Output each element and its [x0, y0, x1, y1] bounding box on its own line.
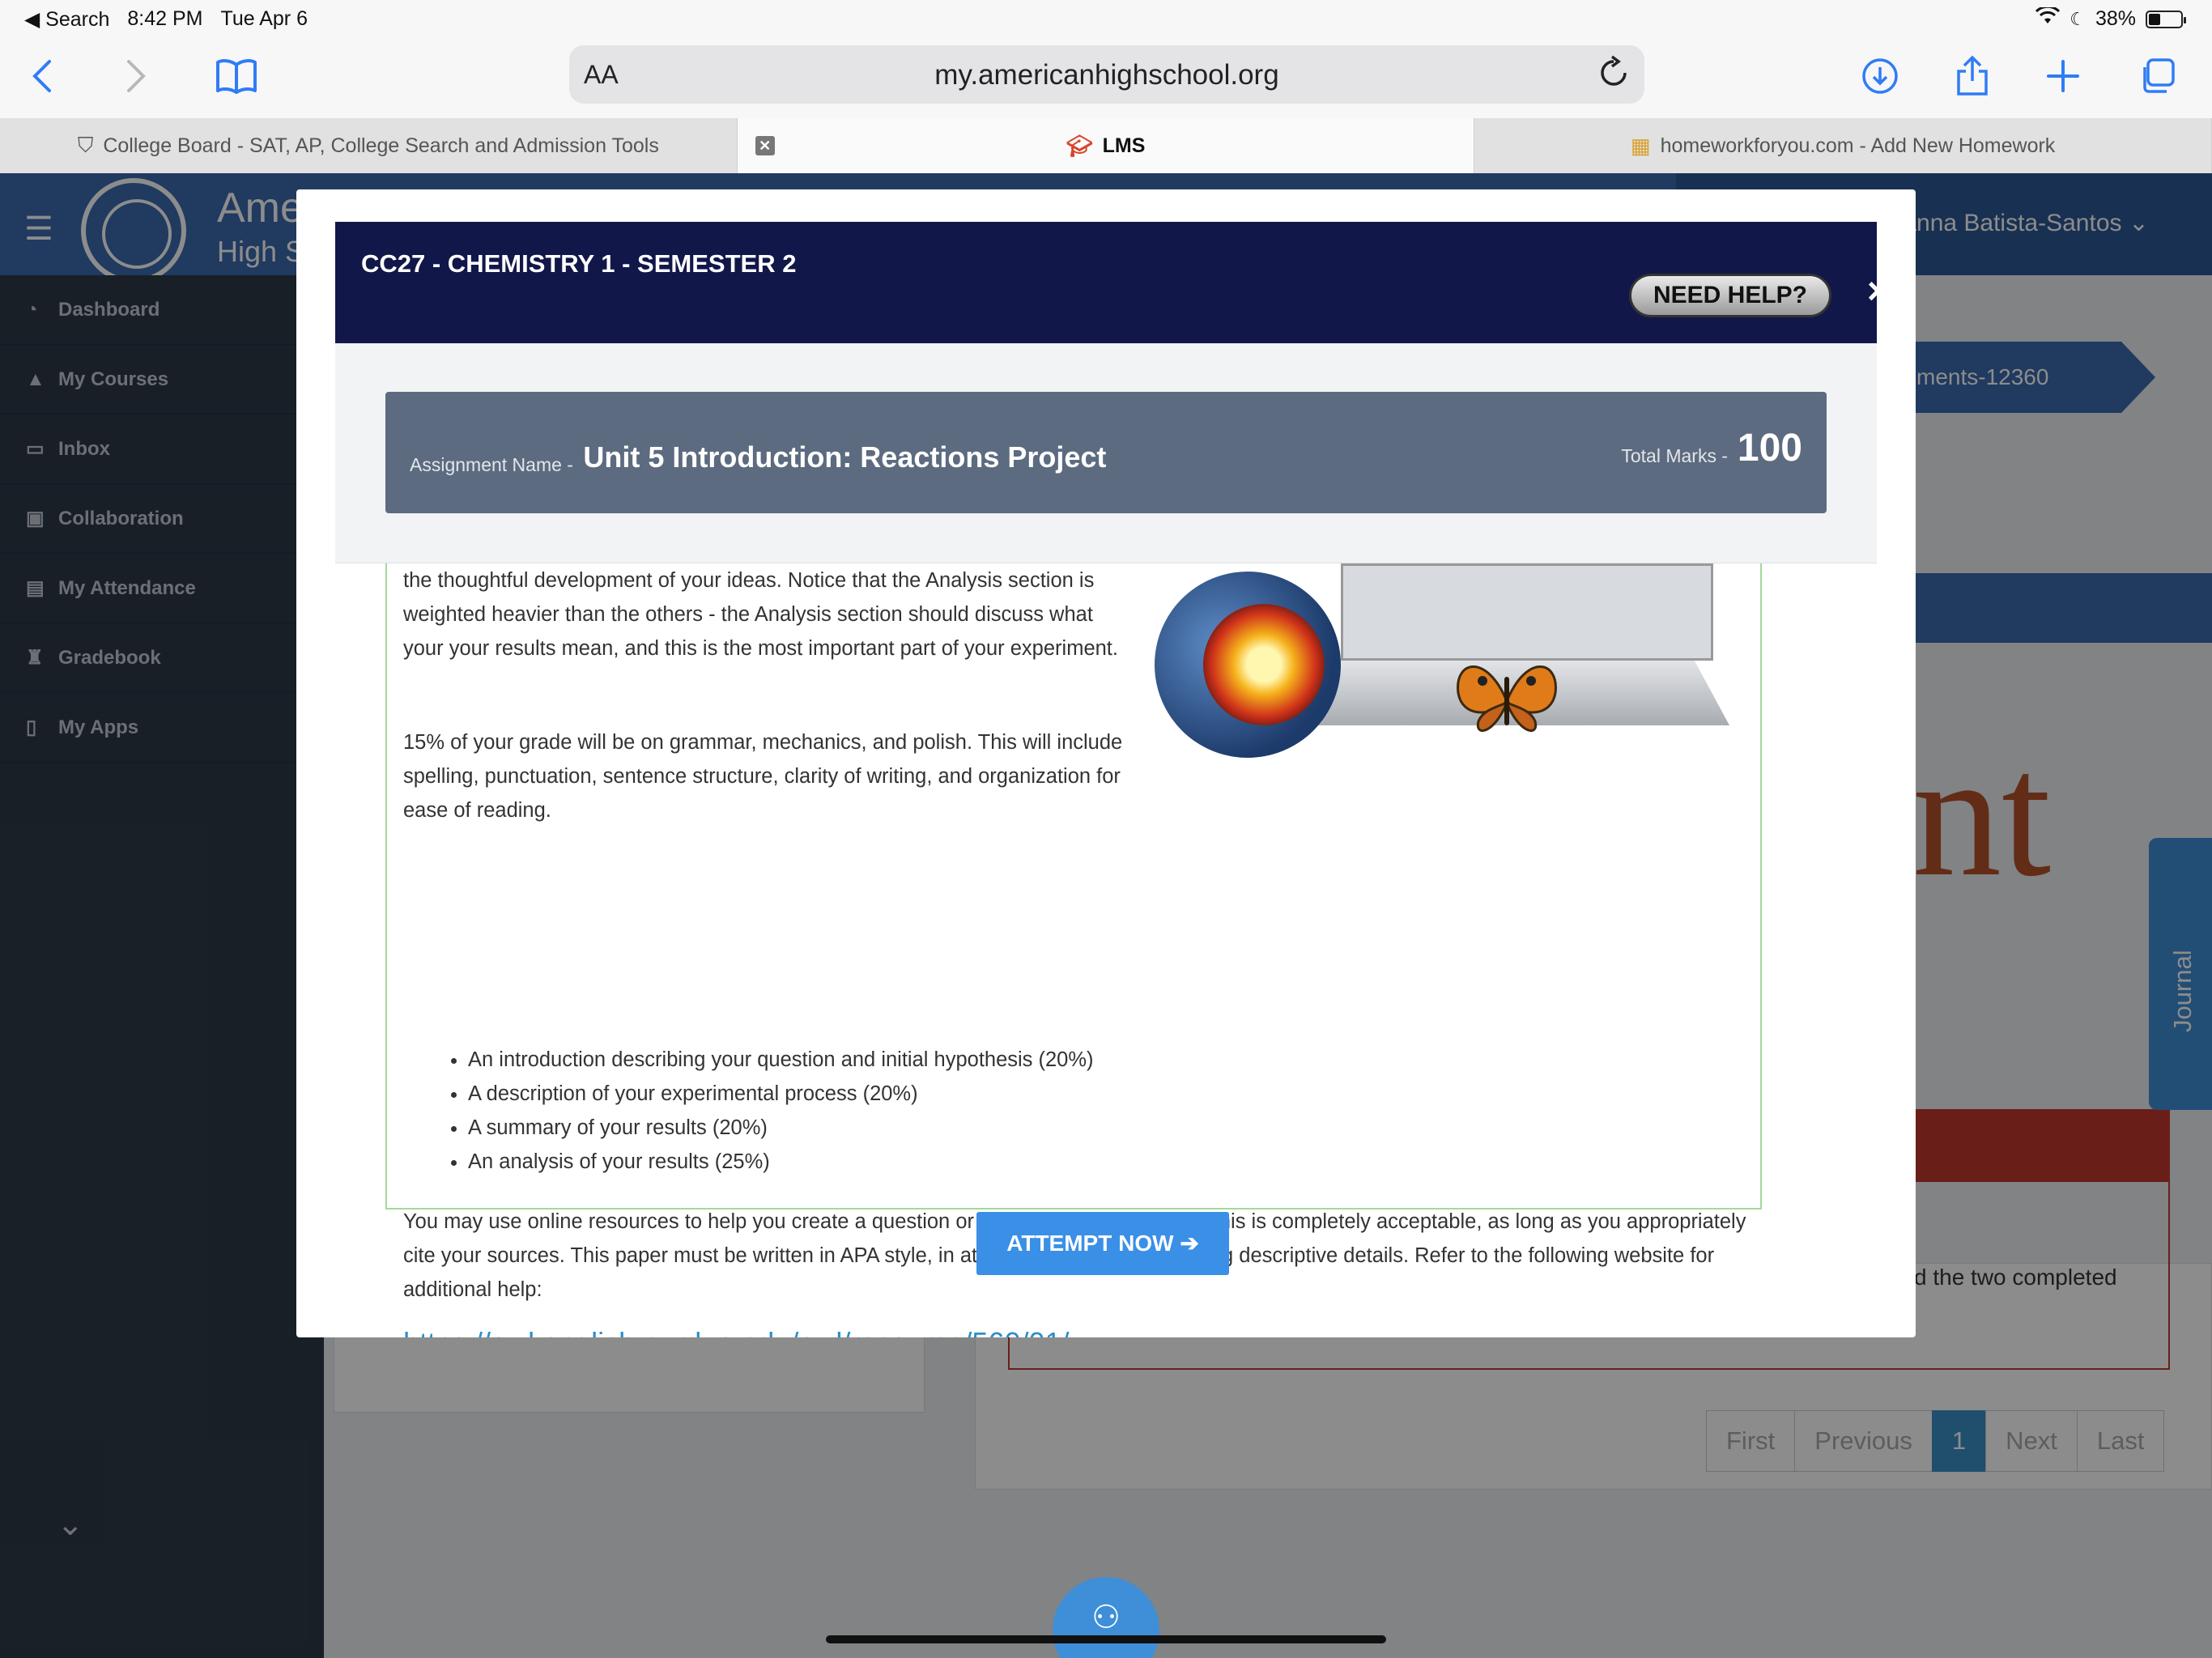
- address-bar[interactable]: AA my.americanhighschool.org: [569, 45, 1644, 104]
- assignment-bar: Assignment Name - Unit 5 Introduction: R…: [385, 392, 1827, 513]
- list-item: A description of your experimental proce…: [468, 1077, 1094, 1111]
- share-icon[interactable]: [1948, 52, 1997, 100]
- list-item: A summary of your results (20%): [468, 1111, 1094, 1145]
- url-text: my.americanhighschool.org: [934, 59, 1279, 91]
- battery-percent: 38%: [2095, 7, 2136, 30]
- battery-fill: [2149, 13, 2160, 25]
- tab-close-icon[interactable]: ✕: [755, 136, 775, 155]
- back-arrow-icon[interactable]: [18, 52, 66, 100]
- tab-overview-icon[interactable]: [2133, 52, 2181, 100]
- modal-header: CC27 - CHEMISTRY 1 - SEMESTER 2 NEED HEL…: [335, 222, 1889, 343]
- assignment-name: Unit 5 Introduction: Reactions Project: [583, 440, 1107, 474]
- downloads-icon[interactable]: [1856, 52, 1904, 100]
- butterfly-image: [1457, 665, 1557, 732]
- homework-favicon-icon: ▦: [1631, 133, 1651, 158]
- bookmarks-book-icon[interactable]: [212, 52, 261, 100]
- tab-label: homeworkforyou.com - Add New Homework: [1660, 134, 2056, 157]
- graduation-cap-favicon-icon: 🎓︎: [1066, 133, 1093, 158]
- tab-homeworkforyou[interactable]: ▦ homeworkforyou.com - Add New Homework: [1474, 118, 2212, 173]
- new-tab-plus-icon[interactable]: [2039, 52, 2087, 100]
- status-bar: ◀ Search 8:42 PM Tue Apr 6 ☾ 38%: [0, 0, 2212, 37]
- assignment-description: the thoughtful development of your ideas…: [385, 563, 1762, 1337]
- browser-tab-strip: ⛉ College Board - SAT, AP, College Searc…: [0, 118, 2212, 173]
- tab-lms[interactable]: ✕ 🎓︎ LMS: [737, 118, 1475, 173]
- total-marks-label: Total Marks -: [1621, 445, 1728, 466]
- assignment-name-row: Assignment Name - Unit 5 Introduction: R…: [410, 440, 1106, 476]
- status-time: 8:42 PM: [127, 7, 203, 30]
- tab-label: College Board - SAT, AP, College Search …: [103, 134, 659, 157]
- tab-college-board[interactable]: ⛉ College Board - SAT, AP, College Searc…: [0, 118, 738, 173]
- earth-cross-section-image: [1155, 572, 1341, 758]
- earth-core: [1203, 604, 1325, 725]
- status-date: Tue Apr 6: [220, 7, 308, 30]
- moon-icon: ☾: [2069, 8, 2086, 29]
- browser-toolbar: AA my.americanhighschool.org: [0, 37, 2212, 118]
- grading-criteria-list: An introduction describing your question…: [468, 1043, 1094, 1179]
- list-item: An analysis of your results (25%): [468, 1145, 1094, 1179]
- forward-arrow-icon[interactable]: [112, 52, 160, 100]
- course-title: CC27 - CHEMISTRY 1 - SEMESTER 2: [361, 249, 797, 278]
- description-paragraph: the thoughtful development of your ideas…: [403, 569, 1118, 660]
- science-illustration: [1155, 563, 1729, 774]
- purdue-owl-link[interactable]: https://owl.english.purdue.edu/owl/resou…: [403, 1326, 1070, 1337]
- need-help-button[interactable]: NEED HELP?: [1629, 274, 1831, 317]
- assignment-modal: CC27 - CHEMISTRY 1 - SEMESTER 2 NEED HEL…: [296, 189, 1916, 1337]
- close-icon[interactable]: ×: [1867, 269, 1889, 312]
- home-indicator: [826, 1635, 1386, 1643]
- description-paragraph: 15% of your grade will be on grammar, me…: [403, 731, 1123, 822]
- total-marks-value: 100: [1737, 427, 1802, 470]
- attempt-now-button[interactable]: ATTEMPT NOW ➔: [976, 1212, 1229, 1275]
- list-item: An introduction describing your question…: [468, 1043, 1094, 1077]
- tab-label: LMS: [1102, 134, 1146, 157]
- reload-icon[interactable]: [1597, 55, 1630, 99]
- acorn-favicon-icon: ⛉: [77, 133, 94, 157]
- back-to-app-link[interactable]: ◀ Search: [24, 7, 109, 32]
- wifi-icon: [2035, 5, 2061, 31]
- assignment-header-area: Assignment Name - Unit 5 Introduction: R…: [335, 343, 1877, 563]
- assignment-name-label: Assignment Name -: [410, 454, 573, 475]
- battery-icon: [2146, 10, 2186, 28]
